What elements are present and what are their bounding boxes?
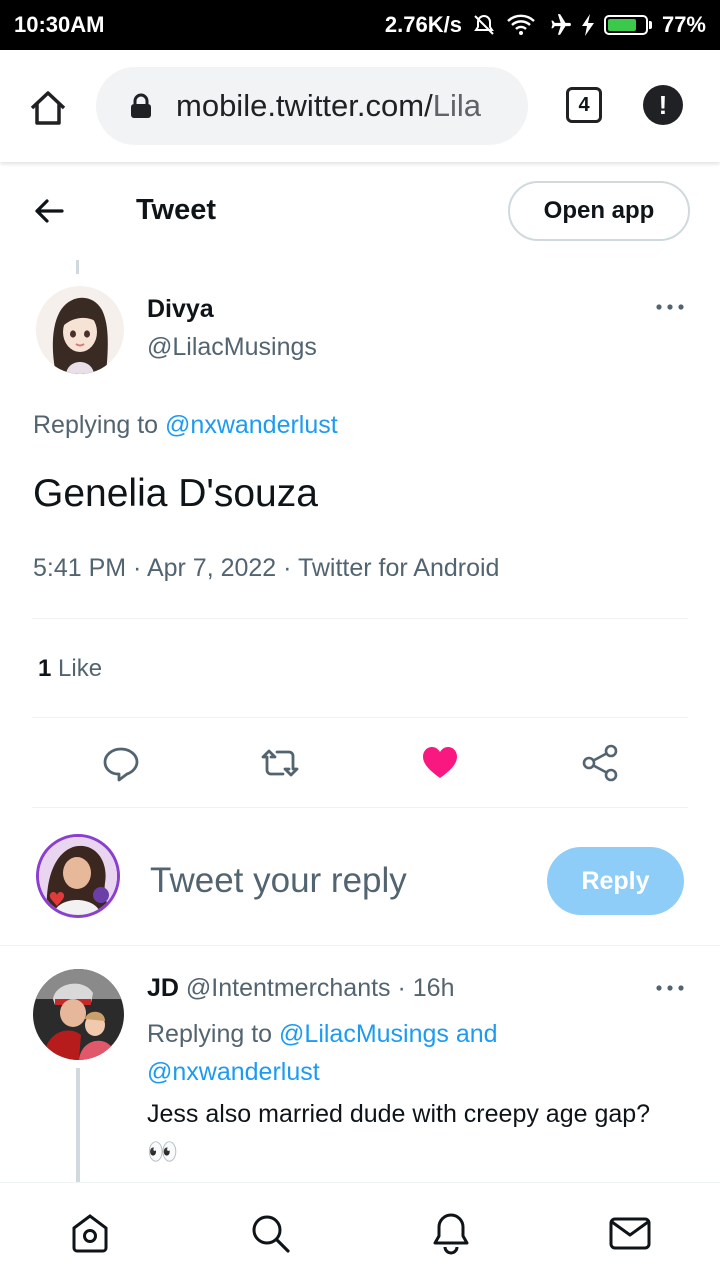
divider xyxy=(32,618,688,619)
author-handle[interactable]: @LilacMusings xyxy=(147,333,317,362)
divider xyxy=(32,807,688,808)
tweet-text: Genelia D'souza xyxy=(33,472,318,515)
browser-toolbar: mobile.twitter.com/Lila 4 ! xyxy=(0,50,720,162)
replying-to-link[interactable]: @nxwanderlust xyxy=(147,1058,320,1086)
wifi-icon xyxy=(507,14,535,35)
thread-connector xyxy=(76,1068,80,1182)
lock-icon xyxy=(131,93,151,118)
search-icon[interactable] xyxy=(248,1211,292,1255)
alert-icon[interactable]: ! xyxy=(643,85,683,125)
status-icons: 2.76K/s 77% xyxy=(385,12,706,38)
like-heart-icon[interactable] xyxy=(420,743,460,783)
replying-to: Replying to @nxwanderlust xyxy=(33,411,338,439)
reply-icon[interactable] xyxy=(101,743,141,783)
reply-replying-to: Replying to @LilacMusings and @nxwanderl… xyxy=(147,1020,498,1086)
more-options-icon[interactable] xyxy=(654,976,686,1000)
share-icon[interactable] xyxy=(580,743,620,783)
status-bar: 10:30AM 2.76K/s 77% xyxy=(0,0,720,50)
author-avatar[interactable] xyxy=(36,286,124,374)
thread-connector xyxy=(76,260,79,274)
network-speed: 2.76K/s xyxy=(384,12,462,37)
tab-switcher-button[interactable]: 4 xyxy=(566,87,602,123)
page-title: Tweet xyxy=(136,194,217,226)
like-count[interactable]: 1 Like xyxy=(38,655,102,683)
reply-text: Jess also married dude with creepy age g… xyxy=(147,1100,651,1166)
reply-author-handle[interactable]: @Intentmerchants xyxy=(186,974,391,1002)
reply-timestamp[interactable]: 16h xyxy=(413,974,455,1002)
mute-icon xyxy=(474,14,494,35)
airplane-icon xyxy=(551,14,571,35)
replying-to-link[interactable]: @LilacMusings and xyxy=(279,1020,498,1048)
retweet-icon[interactable] xyxy=(260,743,300,783)
status-time: 10:30AM xyxy=(14,12,105,37)
url-text: mobile.twitter.com/Lila xyxy=(176,88,481,123)
home-nav-icon[interactable] xyxy=(68,1211,112,1255)
reply-button[interactable]: Reply xyxy=(547,847,684,915)
replying-to-link[interactable]: @nxwanderlust xyxy=(165,411,338,439)
more-options-icon[interactable] xyxy=(654,295,686,319)
divider xyxy=(32,717,688,718)
reply-author-name[interactable]: JD xyxy=(147,974,179,1002)
tweet-meta: 5:41 PM · Apr 7, 2022 · Twitter for Andr… xyxy=(33,554,500,582)
address-bar[interactable]: mobile.twitter.com/Lila xyxy=(96,67,528,145)
reply-author-avatar[interactable] xyxy=(33,969,124,1060)
user-avatar[interactable] xyxy=(36,834,120,918)
messages-mail-icon[interactable] xyxy=(608,1211,652,1255)
notifications-bell-icon[interactable] xyxy=(429,1211,473,1255)
divider xyxy=(0,945,720,946)
battery-percent: 77% xyxy=(661,12,706,37)
open-app-button[interactable]: Open app xyxy=(508,181,690,241)
bottom-navigation xyxy=(0,1182,720,1280)
back-arrow-icon[interactable] xyxy=(32,194,66,228)
home-icon[interactable] xyxy=(26,86,70,130)
charging-icon xyxy=(581,14,594,36)
reply-header: JD @Intentmerchants · 16h xyxy=(147,974,455,1002)
page-header: Tweet Open app xyxy=(0,162,720,258)
battery-icon xyxy=(603,15,652,35)
author-name[interactable]: Divya xyxy=(147,295,214,324)
reply-input[interactable]: Tweet your reply xyxy=(150,861,407,901)
